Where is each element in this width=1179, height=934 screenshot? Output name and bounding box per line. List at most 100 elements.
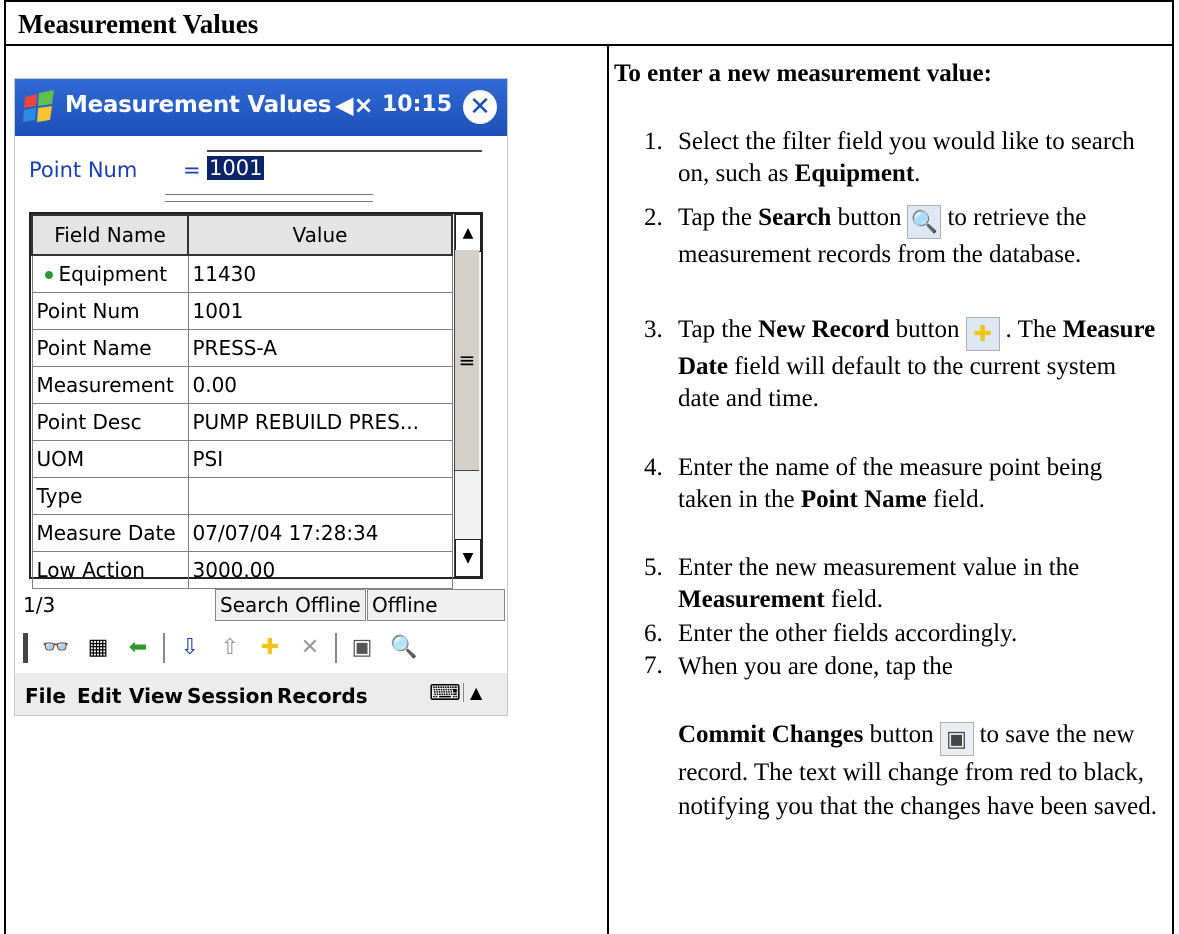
step-number: 4. <box>644 454 663 481</box>
offline-button[interactable]: Offline <box>367 589 505 621</box>
filter-value-selected[interactable]: 1001 <box>207 156 265 180</box>
save-icon: ▣ <box>939 722 974 756</box>
field-name-cell: UOM <box>31 440 189 478</box>
step-text: Enter the new measurement value in the M… <box>678 552 1158 616</box>
column-divider <box>607 46 609 934</box>
field-name-cell: Point Num <box>31 292 189 330</box>
scroll-down-icon[interactable]: ▼ <box>455 539 481 577</box>
doc-title: Measurement Values <box>6 2 1172 46</box>
delete-record-icon[interactable]: ✕ <box>295 633 325 663</box>
menu-bar: File Edit View Session Records ⌨ ▲ <box>15 673 507 715</box>
table-row[interactable]: Type <box>31 477 453 515</box>
new-record-icon: ✚ <box>965 317 1000 351</box>
table-row[interactable]: Measure Date 07/07/04 17:28:34 <box>31 514 453 552</box>
toolbar-separator <box>335 633 337 663</box>
field-name-cell: Point Name <box>31 329 189 367</box>
step-text-part: Enter the other fields accordingly. <box>678 620 1018 647</box>
table-row[interactable]: Point Name PRESS-A <box>31 329 453 367</box>
toolbar-separator <box>163 633 165 663</box>
field-value-cell[interactable]: 0.00 <box>187 366 453 404</box>
step-text-part: Enter the new measurement value in the <box>678 554 1080 581</box>
search-offline-button[interactable]: Search Offline <box>215 589 366 621</box>
filter-value-input[interactable]: 1001 <box>207 150 482 184</box>
back-arrow-icon[interactable]: ⬅ <box>123 633 153 663</box>
field-value-cell[interactable]: PUMP REBUILD PRES... <box>187 403 453 441</box>
step-number: 5. <box>644 554 663 581</box>
menu-view[interactable]: View <box>129 684 183 708</box>
toolbar: 👓 ▦ ⬅ ⇩ ⇧ ✚ ✕ ▣ 🔍 <box>15 627 507 671</box>
grid-header-row: Field Name Value <box>31 214 453 256</box>
scroll-thumb[interactable]: ≡ <box>455 250 479 471</box>
step-text: Enter the other fields accordingly. <box>678 618 1158 650</box>
step-text-part: button <box>863 721 934 748</box>
instructions-heading: To enter a new measurement value: <box>614 60 992 87</box>
step-number: 1. <box>644 128 663 155</box>
step-text-part: Tap the <box>678 204 759 231</box>
step-text-part: . <box>914 160 921 187</box>
search-icon[interactable]: 🔍 <box>389 633 419 663</box>
table-row[interactable]: Point Desc PUMP REBUILD PRES... <box>31 403 453 441</box>
table-row[interactable]: Measurement 0.00 <box>31 366 453 404</box>
field-value-cell[interactable] <box>187 477 453 515</box>
menu-edit[interactable]: Edit <box>77 684 121 708</box>
step-emphasis: Measurement <box>678 586 825 613</box>
step-text: Select the filter field you would like t… <box>678 126 1158 190</box>
menu-file[interactable]: File <box>25 684 66 708</box>
required-field-icon <box>44 271 53 279</box>
table-row[interactable]: Point Num 1001 <box>31 292 453 330</box>
new-record-icon[interactable]: ✚ <box>255 633 285 663</box>
save-icon[interactable]: ▣ <box>347 633 377 663</box>
grid-view-icon[interactable]: ▦ <box>83 633 113 663</box>
status-bar: 1/3 Search Offline Offline <box>15 585 507 625</box>
start-menu-icon[interactable] <box>21 88 59 126</box>
column-header-field-name[interactable]: Field Name <box>31 214 189 256</box>
field-name-cell: Type <box>31 477 189 515</box>
search-icon: 🔍 <box>907 205 942 239</box>
field-name-cell: Low Action <box>31 551 189 589</box>
step-text-part: button <box>889 316 960 343</box>
field-value-cell[interactable]: 11430 <box>187 254 453 293</box>
step-text: When you are done, tap the Commit Changes… <box>678 650 1158 824</box>
export-records-icon[interactable]: ⇧ <box>215 633 245 663</box>
field-value-cell[interactable]: PRESS-A <box>187 329 453 367</box>
field-value-cell[interactable]: 1001 <box>187 292 453 330</box>
vertical-scrollbar[interactable]: ▲ ≡ ▼ <box>454 214 481 577</box>
step-emphasis: Commit Changes <box>678 721 864 748</box>
step-text: Enter the name of the measure point bein… <box>678 452 1158 516</box>
step-text: Tap the Search button 🔍 to retrieve the me… <box>678 202 1158 271</box>
field-value-cell[interactable]: PSI <box>187 440 453 478</box>
toolbar-grip <box>23 633 28 663</box>
step-emphasis: Point Name <box>800 486 927 513</box>
view-glasses-icon[interactable]: 👓 <box>41 633 71 663</box>
field-value-cell[interactable]: 3000.00 <box>187 551 453 589</box>
menu-records[interactable]: Records <box>277 684 368 708</box>
menu-session[interactable]: Session <box>187 684 274 708</box>
table-row[interactable]: UOM PSI <box>31 440 453 478</box>
close-button[interactable]: ✕ <box>463 90 497 124</box>
table-row[interactable]: Equipment 11430 <box>31 254 453 293</box>
app-title: Measurement Values <box>65 92 332 118</box>
field-name-cell: Equipment <box>58 262 168 286</box>
column-header-value[interactable]: Value <box>187 214 453 256</box>
step-text-part: When you are done, tap the <box>678 653 953 680</box>
clock[interactable]: 10:15 <box>382 92 452 117</box>
filter-operator[interactable]: = <box>183 158 201 182</box>
input-panel-arrow-icon[interactable]: ▲ <box>463 683 482 702</box>
table-row[interactable]: Low Action 3000.00 <box>31 551 453 589</box>
field-value-cell[interactable]: 07/07/04 17:28:34 <box>187 514 453 552</box>
row-key-cell: Equipment <box>31 254 189 293</box>
field-name-cell: Point Desc <box>31 403 189 441</box>
step-emphasis: New Record <box>758 316 890 343</box>
filter-field-label[interactable]: Point Num <box>29 158 137 182</box>
scroll-up-icon[interactable]: ▲ <box>455 214 481 252</box>
step-text-part: field. <box>926 486 985 513</box>
step-text-part: Tap the <box>678 316 759 343</box>
title-bar: Measurement Values ◀× 10:15 ✕ <box>15 79 507 136</box>
filter-row: Point Num = 1001 <box>15 136 507 206</box>
speaker-muted-icon[interactable]: ◀× <box>335 91 374 119</box>
page-indicator: 1/3 <box>23 593 56 617</box>
keyboard-icon[interactable]: ⌨ <box>429 681 461 706</box>
device-screenshot: Measurement Values ◀× 10:15 ✕ Point Num … <box>14 78 508 716</box>
step-number: 2. <box>644 204 663 231</box>
import-records-icon[interactable]: ⇩ <box>175 633 205 663</box>
